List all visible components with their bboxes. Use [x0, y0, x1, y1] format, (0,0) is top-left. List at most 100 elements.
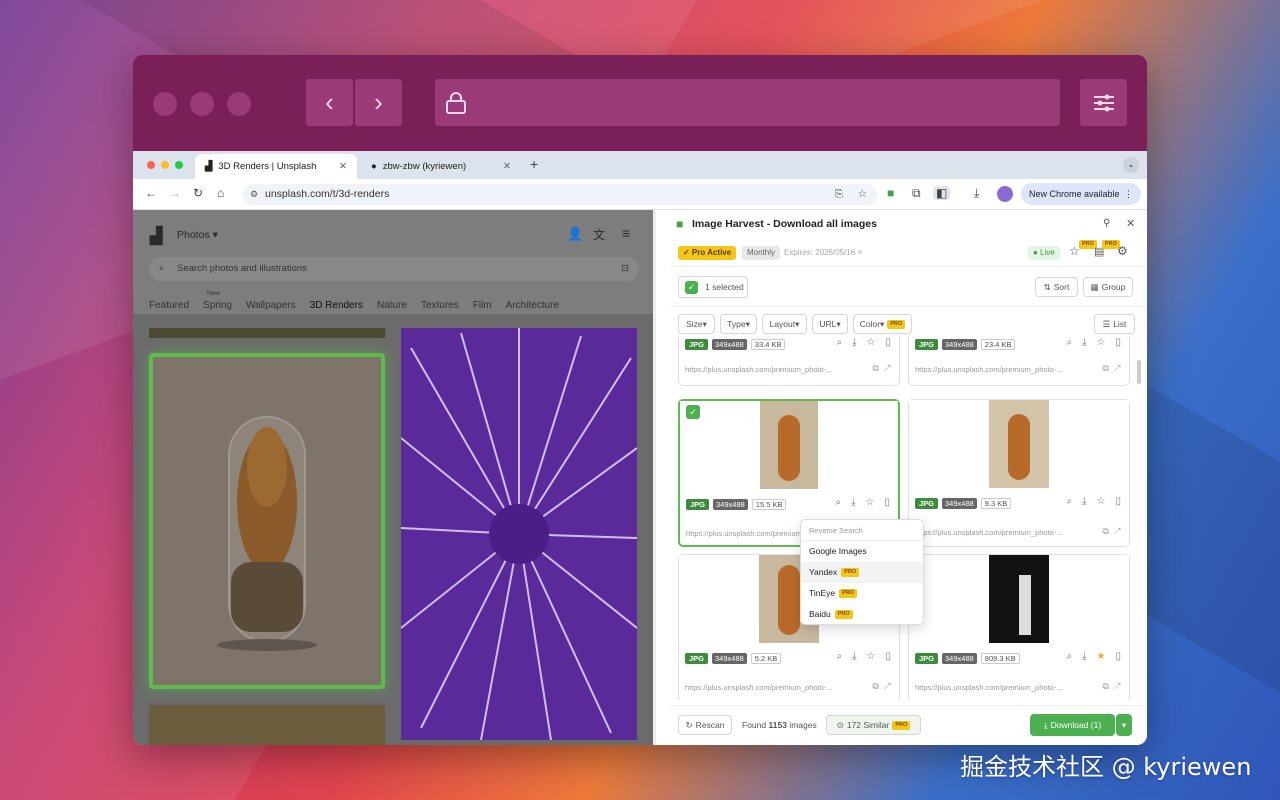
download-icon[interactable]: ⤓ [852, 337, 856, 351]
clipboard-icon[interactable]: ▯ [885, 651, 891, 665]
reverse-search-icon[interactable]: ⌕ [836, 337, 842, 351]
category-film[interactable]: Film [473, 300, 492, 311]
close-window-button[interactable] [147, 161, 155, 169]
category-textures[interactable]: Textures [421, 300, 459, 311]
bookmark-star-icon[interactable]: ☆ [858, 184, 867, 205]
image-card[interactable]: JPG 349x488 33.4 KB ⌕ ⤓ ☆ ▯ https://plus.unsp… [678, 336, 900, 386]
sort-button[interactable]: ⇅ Sort [1035, 277, 1078, 297]
menu-item-yandex[interactable]: Yandex PRO [801, 562, 923, 583]
reverse-search-icon[interactable]: ⌕ [836, 651, 842, 665]
reverse-search-icon[interactable]: ⌕ [835, 497, 841, 511]
menu-item-google[interactable]: Google Images [801, 541, 923, 562]
pin-icon[interactable]: ⚲ [1103, 218, 1110, 229]
download-options-dropdown[interactable]: ▾ [1116, 714, 1132, 736]
panel-resize-handle[interactable] [653, 210, 656, 745]
category-featured[interactable]: Featured [149, 300, 189, 311]
search-input[interactable]: ⌕ Search photos and illustrations ⊡ [149, 257, 639, 281]
download-button[interactable]: ⤓ Download (1) [1030, 714, 1115, 736]
checkbox-checked-icon[interactable]: ✓ [686, 405, 700, 419]
copy-open-icons[interactable]: ⧉ ↗ [1102, 363, 1121, 374]
hamburger-menu-icon[interactable]: ≡ [622, 225, 630, 241]
category-spring[interactable]: Spring [203, 300, 232, 311]
clipboard-icon[interactable]: ▯ [1115, 337, 1121, 351]
star-filled-icon[interactable]: ★ [1097, 651, 1106, 665]
group-button[interactable]: ▦ Group [1083, 277, 1133, 297]
star-icon[interactable]: ☆ [867, 337, 876, 351]
rescan-button[interactable]: ↻ Rescan [678, 715, 732, 735]
site-info-icon[interactable]: ⚙ [250, 184, 258, 205]
type-filter[interactable]: Type▾ [720, 314, 757, 334]
reverse-search-icon[interactable]: ⌕ [1066, 496, 1072, 510]
menu-item-tineye[interactable]: TinEye PRO [801, 583, 923, 604]
close-panel-icon[interactable]: ✕ [1126, 217, 1135, 230]
maximize-window-button[interactable] [175, 161, 183, 169]
clipboard-icon[interactable]: ▯ [884, 497, 890, 511]
star-icon[interactable]: ☆ [866, 497, 875, 511]
category-3d-renders[interactable]: 3D Renders [310, 300, 363, 311]
reverse-search-icon[interactable]: ⌕ [1066, 337, 1072, 351]
minimize-window-button[interactable] [161, 161, 169, 169]
forward-icon[interactable]: → [169, 186, 181, 200]
download-icon[interactable]: ⤓ [1082, 496, 1086, 510]
url-filter[interactable]: URL▾ [812, 314, 848, 334]
profile-avatar[interactable] [997, 186, 1013, 202]
translate-icon[interactable]: 文 [593, 226, 605, 243]
reverse-search-icon[interactable]: ⌕ [1066, 651, 1072, 665]
tab-unsplash[interactable]: ▟ 3D Renders | Unsplash ✕ [195, 154, 357, 179]
tab-search-icon[interactable]: ⌄ [1123, 157, 1139, 173]
close-tab-icon[interactable]: ✕ [339, 161, 347, 172]
copy-open-icons[interactable]: ⧉ ↗ [1102, 681, 1121, 692]
photos-menu[interactable]: Photos ▾ [177, 229, 218, 241]
side-panel-icon[interactable]: ◧ [933, 186, 951, 200]
clipboard-icon[interactable]: ▯ [1115, 496, 1121, 510]
download-icon[interactable]: ⤓ [851, 497, 855, 511]
copy-open-icons[interactable]: ⧉ ↗ [872, 681, 891, 692]
image-card[interactable]: JPG 349x488 23.4 KB ⌕ ⤓ ☆ ▯ https://plus.unsp… [908, 336, 1130, 386]
close-tab-icon[interactable]: ✕ [503, 161, 511, 172]
address-bar[interactable]: ⚙ unsplash.com/t/3d-renders ⎘ ☆ [243, 184, 877, 205]
photo-card[interactable] [149, 328, 385, 338]
tab-github[interactable]: ● zbw-zbw (kyriewen) ✕ [361, 154, 521, 179]
category-architecture[interactable]: Architecture [506, 300, 559, 311]
select-all-toggle[interactable]: ✓ 1 selected [678, 276, 748, 298]
image-card[interactable]: JPG 349x488 809.3 KB ⌕ ⤓ ★ ▯ https://plus.uns… [908, 554, 1130, 700]
similar-button[interactable]: ⊙ 172 Similar PRO [826, 715, 921, 735]
visual-search-icon[interactable]: ⊡ [621, 257, 629, 281]
layout-filter[interactable]: Layout▾ [762, 314, 807, 334]
star-icon[interactable]: ☆ [867, 651, 876, 665]
copy-open-icons[interactable]: ⧉ ↗ [1102, 526, 1121, 537]
more-menu-icon[interactable]: ⋮ [1124, 183, 1133, 205]
new-tab-button[interactable]: + [530, 156, 538, 172]
star-icon[interactable]: ☆ [1097, 337, 1106, 351]
photo-card[interactable] [401, 328, 637, 740]
category-wallpapers[interactable]: Wallpapers [246, 300, 296, 311]
reload-icon[interactable]: ↻ [193, 186, 203, 200]
clipboard-icon[interactable]: ▯ [885, 337, 891, 351]
download-icon[interactable]: ⤓ [852, 651, 856, 665]
back-icon[interactable]: ← [145, 186, 157, 200]
photo-card-highlighted[interactable]: ✛ [149, 353, 385, 689]
settings-gear-icon[interactable]: ⚙ [1117, 244, 1128, 258]
extensions-icon[interactable]: ⧉ [912, 186, 921, 201]
download-icon[interactable]: ⤓ [1082, 337, 1086, 351]
size-filter[interactable]: Size▾ [678, 314, 715, 334]
download-icon[interactable]: ⤓ [974, 186, 979, 201]
image-card[interactable]: JPG 349x488 9.3 KB ⌕ ⤓ ☆ ▯ https://plus.unspl… [908, 399, 1130, 547]
photo-card[interactable] [149, 705, 385, 745]
grid-scrollbar[interactable] [1137, 360, 1141, 384]
menu-item-baidu[interactable]: Baidu PRO [801, 604, 923, 625]
copy-open-icons[interactable]: ⧉ ↗ [872, 363, 891, 374]
new-chrome-button[interactable]: New Chrome available ⋮ [1021, 183, 1141, 205]
unsplash-logo-icon[interactable]: ▟ [150, 226, 162, 246]
home-icon[interactable]: ⌂ [217, 186, 224, 200]
clipboard-icon[interactable]: ▯ [1115, 651, 1121, 665]
list-view-button[interactable]: ☰ List [1094, 314, 1135, 334]
user-icon[interactable]: 👤 [567, 226, 583, 242]
color-filter[interactable]: Color▾ PRO [853, 314, 912, 334]
image-meta: JPG 349x488 23.4 KB [915, 337, 1016, 351]
image-harvest-extension-icon[interactable]: ■ [887, 186, 894, 200]
star-icon[interactable]: ☆ [1097, 496, 1106, 510]
download-icon[interactable]: ⤓ [1082, 651, 1086, 665]
install-icon[interactable]: ⎘ [835, 184, 843, 205]
category-nature[interactable]: Nature [377, 300, 407, 311]
